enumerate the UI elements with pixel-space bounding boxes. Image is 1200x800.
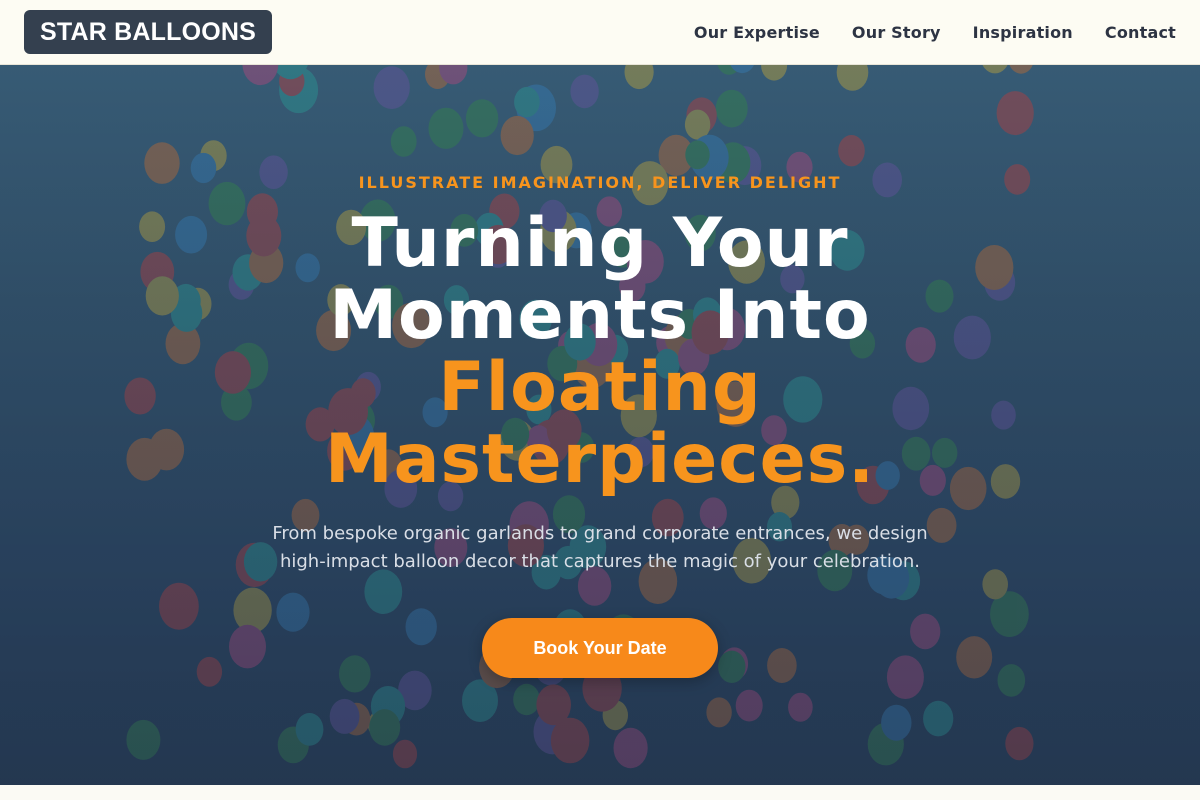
headline-accent-2: Masterpieces.: [324, 420, 876, 499]
primary-nav: Our Expertise Our Story Inspiration Cont…: [694, 23, 1176, 42]
nav-link-our-story[interactable]: Our Story: [852, 23, 941, 42]
page-bottom-strip: [0, 785, 1200, 800]
nav-link-contact[interactable]: Contact: [1105, 23, 1176, 42]
hero-section: ILLUSTRATE IMAGINATION, DELIVER DELIGHT …: [0, 65, 1200, 785]
hero-subtext: From bespoke organic garlands to grand c…: [272, 523, 928, 572]
nav-link-inspiration[interactable]: Inspiration: [973, 23, 1073, 42]
hero-content: ILLUSTRATE IMAGINATION, DELIVER DELIGHT …: [0, 65, 1200, 785]
hero-headline: Turning Your Moments Into Floating Maste…: [325, 208, 875, 496]
top-navbar: STAR BALLOONS Our Expertise Our Story In…: [0, 0, 1200, 65]
headline-line-2: Moments Into: [329, 276, 871, 355]
headline-line-1: Turning Your: [351, 204, 849, 283]
headline-accent-1: Floating: [438, 348, 762, 427]
brand-logo[interactable]: STAR BALLOONS: [24, 10, 273, 54]
book-your-date-button[interactable]: Book Your Date: [482, 618, 718, 678]
nav-link-our-expertise[interactable]: Our Expertise: [694, 23, 820, 42]
hero-eyebrow: ILLUSTRATE IMAGINATION, DELIVER DELIGHT: [358, 173, 842, 192]
